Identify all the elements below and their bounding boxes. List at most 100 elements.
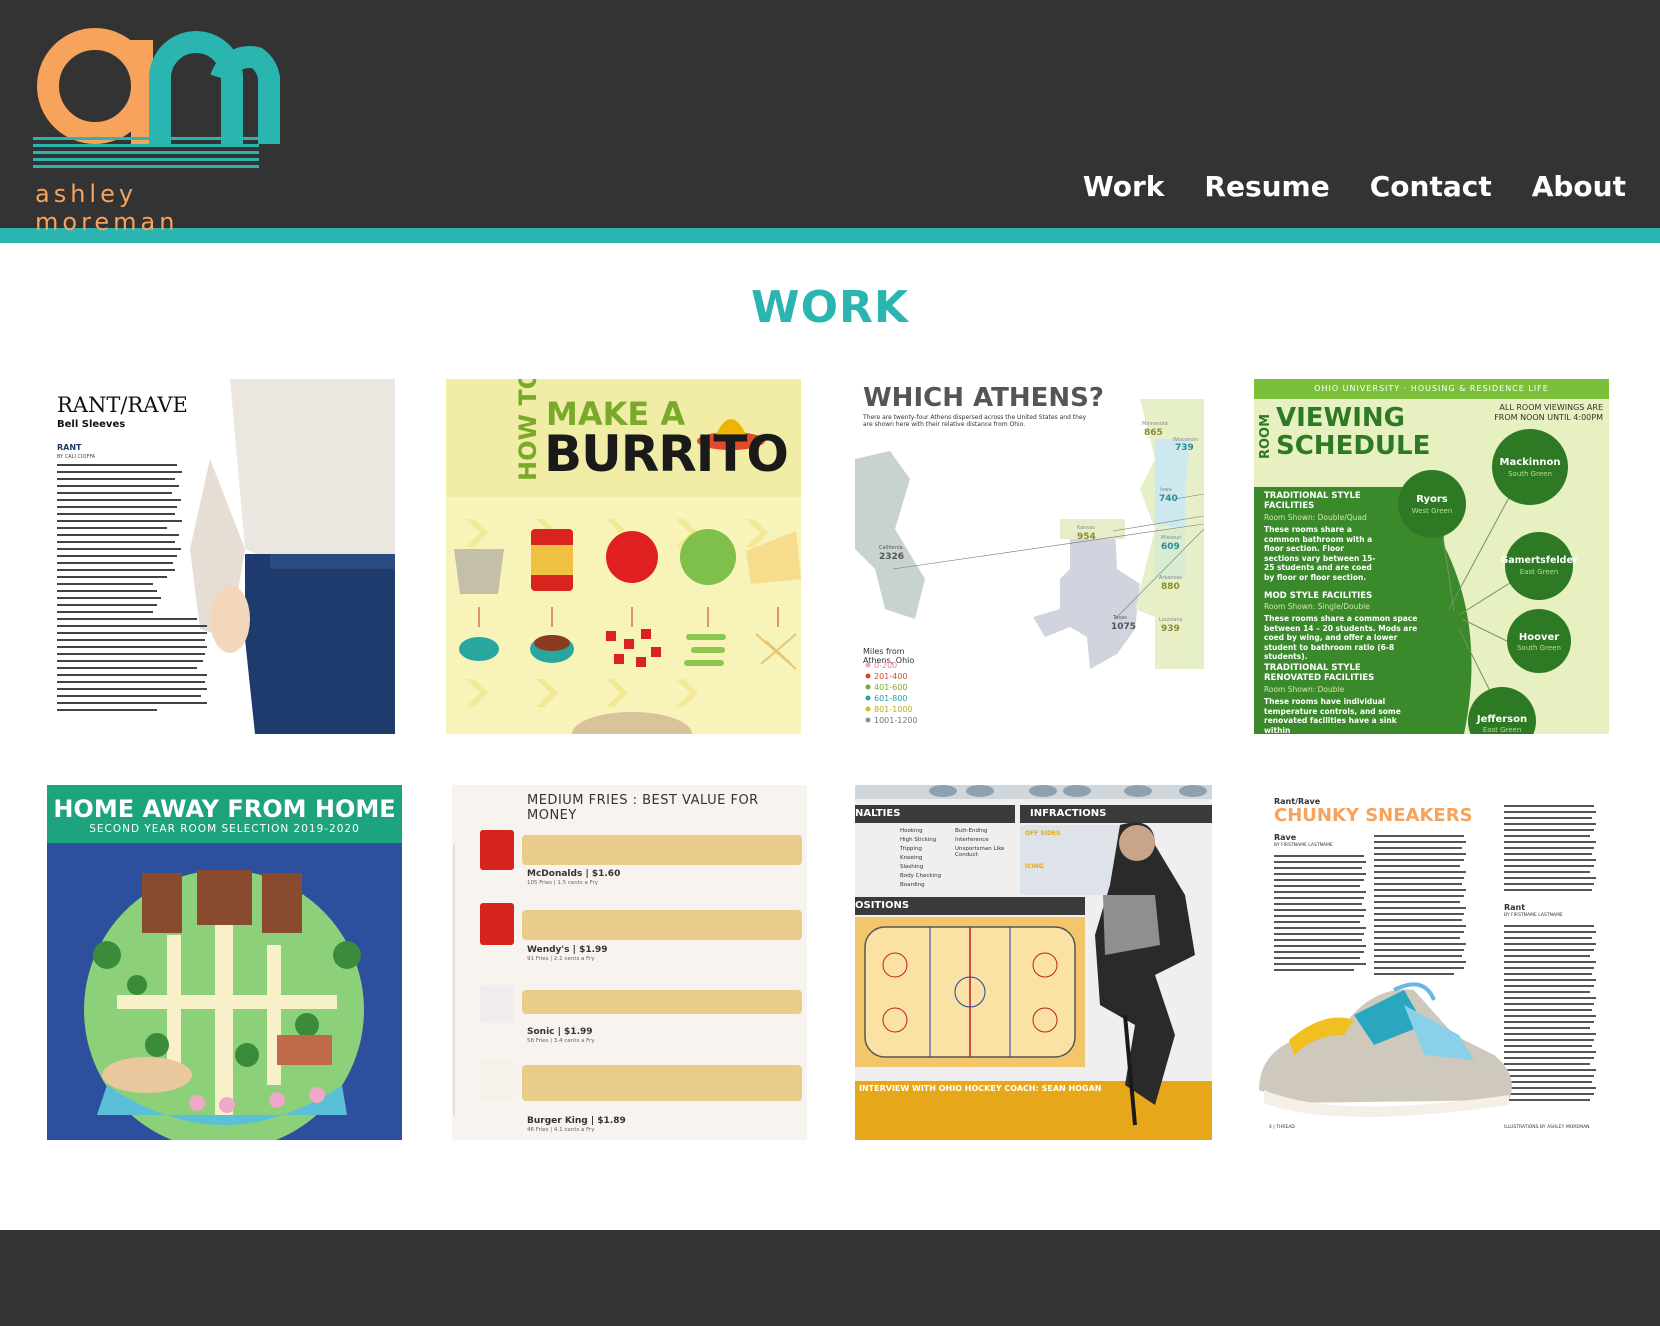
fries-item-name: Sonic | $1.99 xyxy=(527,1027,593,1037)
sneakers-rant-byline: BY FIRSTNAME LASTNAME xyxy=(1504,913,1563,918)
hall-name: Jefferson xyxy=(1476,714,1528,725)
sneakers-footer-left: 4 | THREAD xyxy=(1269,1125,1295,1130)
section-sub: Room Shown: Double xyxy=(1264,685,1345,694)
rant-rave-thumbnail xyxy=(40,379,395,734)
map-label-minnesota: Minnesota xyxy=(1142,421,1168,427)
viewing-note: ALL ROOM VIEWINGS ARE FROM NOON UNTIL 4:… xyxy=(1494,403,1603,422)
legend-item: 1001-1200 xyxy=(874,716,918,725)
nav-about-link[interactable]: About xyxy=(1532,170,1626,203)
penalty-item: Butt-Ending xyxy=(955,828,988,834)
map-label-arkansas: Arkansas xyxy=(1159,575,1182,581)
portfolio-tile-rant-rave[interactable]: RANT/RAVE Bell Sleeves RANT BY CALI CIOF… xyxy=(40,379,395,734)
infraction-item: ICING xyxy=(1025,863,1044,870)
fries-item-detail: 46 Fries | 4.1 cents a Fry xyxy=(527,1127,595,1133)
hockey-positions-heading: OSITIONS xyxy=(855,900,910,911)
legend-item: 201-400 xyxy=(874,672,908,681)
portfolio-tile-medium-fries[interactable]: MEDIUM FRIES : BEST VALUE FOR MONEY McDo… xyxy=(452,785,807,1140)
fries-item-name: McDonalds | $1.60 xyxy=(527,869,621,879)
home-away-thumbnail xyxy=(47,785,402,1140)
fries-item-detail: 105 Fries | 1.5 cents a Fry xyxy=(527,880,598,886)
penalty-item: Body Checking xyxy=(900,873,942,879)
hockey-infractions-heading: INFRACTIONS xyxy=(1030,808,1107,819)
fries-item-detail: 58 Fries | 3.4 cents a Fry xyxy=(527,1038,595,1044)
portfolio-tile-viewing-schedule[interactable]: OHIO UNIVERSITY · HOUSING & RESIDENCE LI… xyxy=(1254,379,1609,734)
portfolio-tile-chunky-sneakers[interactable]: Rant/Rave CHUNKY SNEAKERS Rave BY FIRSTN… xyxy=(1254,785,1609,1140)
sneakers-footer-right: ILLUSTRATIONS BY ASHLEY MOREMAN xyxy=(1504,1125,1590,1130)
hockey-penalties-heading: NALTIES xyxy=(855,808,901,819)
map-value-iowa: 740 xyxy=(1159,494,1178,504)
section-sub: Room Shown: Single/Double xyxy=(1264,602,1370,611)
penalty-item: Unsportsman Like Conduct xyxy=(955,846,1005,858)
fries-item-name: Burger King | $1.89 xyxy=(527,1116,626,1126)
hall-name: Gamertsfelder xyxy=(1500,555,1578,566)
sneakers-rant-label: Rant xyxy=(1504,903,1526,912)
hall-green: East Green xyxy=(1519,568,1559,576)
hall-green: South Green xyxy=(1517,644,1561,652)
which-athens-title: WHICH ATHENS? xyxy=(863,383,1104,413)
hall-green: East Green xyxy=(1482,726,1522,734)
map-label-louisiana: Louisiana xyxy=(1159,617,1183,623)
map-label-missouri: Missouri xyxy=(1161,535,1182,541)
portfolio-tile-hockey[interactable]: NALTIES INFRACTIONS OSITIONS INTERVIEW W… xyxy=(855,785,1212,1140)
sneakers-title: CHUNKY SNEAKERS xyxy=(1274,805,1473,826)
section-sub: Room Shown: Double/Quad xyxy=(1264,513,1367,522)
home-away-title: HOME AWAY FROM HOME xyxy=(53,795,396,823)
logo-name: ashley moreman xyxy=(35,180,179,236)
penalty-item: Kneeing xyxy=(900,855,923,861)
site-logo[interactable]: ashley moreman xyxy=(33,28,283,236)
medium-fries-thumbnail xyxy=(452,785,807,1140)
site-footer xyxy=(0,1230,1660,1326)
hall-green: West Green xyxy=(1411,507,1453,515)
legend-item: 801-1000 xyxy=(874,705,913,714)
map-value-california: 2326 xyxy=(879,552,905,562)
map-value-wisconsin: 739 xyxy=(1175,443,1194,453)
rant-rave-subtitle: Bell Sleeves xyxy=(57,419,126,430)
section-body: These rooms share a common space between… xyxy=(1264,614,1418,661)
nav-work-link[interactable]: Work xyxy=(1083,170,1165,203)
portfolio-tile-burrito[interactable]: HOW TO MAKE A BURRITO xyxy=(446,379,801,734)
fries-title: MEDIUM FRIES : BEST VALUE FOR MONEY xyxy=(527,793,759,823)
viewing-title-1: VIEWING xyxy=(1276,403,1406,433)
penalty-item: Slashing xyxy=(900,864,924,870)
map-value-arkansas: 880 xyxy=(1161,582,1180,592)
sneakers-rave-label: Rave xyxy=(1274,833,1297,842)
infraction-item: OFF SIDES xyxy=(1025,830,1061,837)
hall-name: Ryors xyxy=(1416,494,1448,505)
map-value-minnesota: 865 xyxy=(1144,428,1163,438)
portfolio-tile-which-athens[interactable]: WHICH ATHENS? There are twenty-four Athe… xyxy=(855,379,1204,734)
viewing-title-2: SCHEDULE xyxy=(1276,431,1431,461)
penalty-item: Interference xyxy=(955,837,989,843)
legend-item: 401-600 xyxy=(874,683,908,692)
legend-item: 0-200 xyxy=(874,661,898,670)
rant-rave-kicker: RANT xyxy=(57,443,82,452)
page-title: WORK xyxy=(751,282,909,333)
hall-name: Mackinnon xyxy=(1499,457,1561,468)
map-label-california: California xyxy=(879,545,903,551)
penalty-item: Boarding xyxy=(900,882,925,888)
rant-rave-byline: BY CALI CIOFFA xyxy=(57,454,96,460)
map-label-iowa: Iowa xyxy=(1160,487,1172,493)
portfolio-tile-home-away[interactable]: HOME AWAY FROM HOME SECOND YEAR ROOM SEL… xyxy=(47,785,402,1140)
map-value-louisiana: 939 xyxy=(1161,624,1180,634)
fries-item-detail: 91 Fries | 2.1 cents a Fry xyxy=(527,956,595,962)
sneakers-byline: BY FIRSTNAME LASTNAME xyxy=(1274,843,1333,848)
map-value-missouri: 609 xyxy=(1161,542,1180,552)
which-athens-caption: There are twenty-four Athens dispersed a… xyxy=(863,414,1087,428)
home-away-subtitle: SECOND YEAR ROOM SELECTION 2019-2020 xyxy=(89,823,360,835)
section-body: These rooms have individual temperature … xyxy=(1264,697,1401,734)
burrito-title: BURRITO xyxy=(544,425,789,483)
hockey-interview-heading: INTERVIEW WITH OHIO HOCKEY COACH: SEAN H… xyxy=(859,1084,1102,1093)
penalty-item: High Sticking xyxy=(900,837,937,843)
map-label-kansas: Kansas xyxy=(1077,525,1095,531)
main-nav: Work Resume Contact About xyxy=(1083,170,1626,203)
fries-item-name: Wendy's | $1.99 xyxy=(527,945,608,955)
nav-resume-link[interactable]: Resume xyxy=(1204,170,1329,203)
section-body: These rooms share a common bathroom with… xyxy=(1264,525,1376,582)
burrito-how-to: HOW TO xyxy=(514,379,542,481)
nav-contact-link[interactable]: Contact xyxy=(1370,170,1492,203)
viewing-title-room: ROOM xyxy=(1258,413,1273,459)
map-label-texas: Texas xyxy=(1113,615,1127,621)
penalty-item: Hooking xyxy=(900,828,923,834)
viewing-header: OHIO UNIVERSITY · HOUSING & RESIDENCE LI… xyxy=(1314,384,1549,393)
section-title: TRADITIONAL STYLE FACILITIES xyxy=(1264,491,1361,511)
